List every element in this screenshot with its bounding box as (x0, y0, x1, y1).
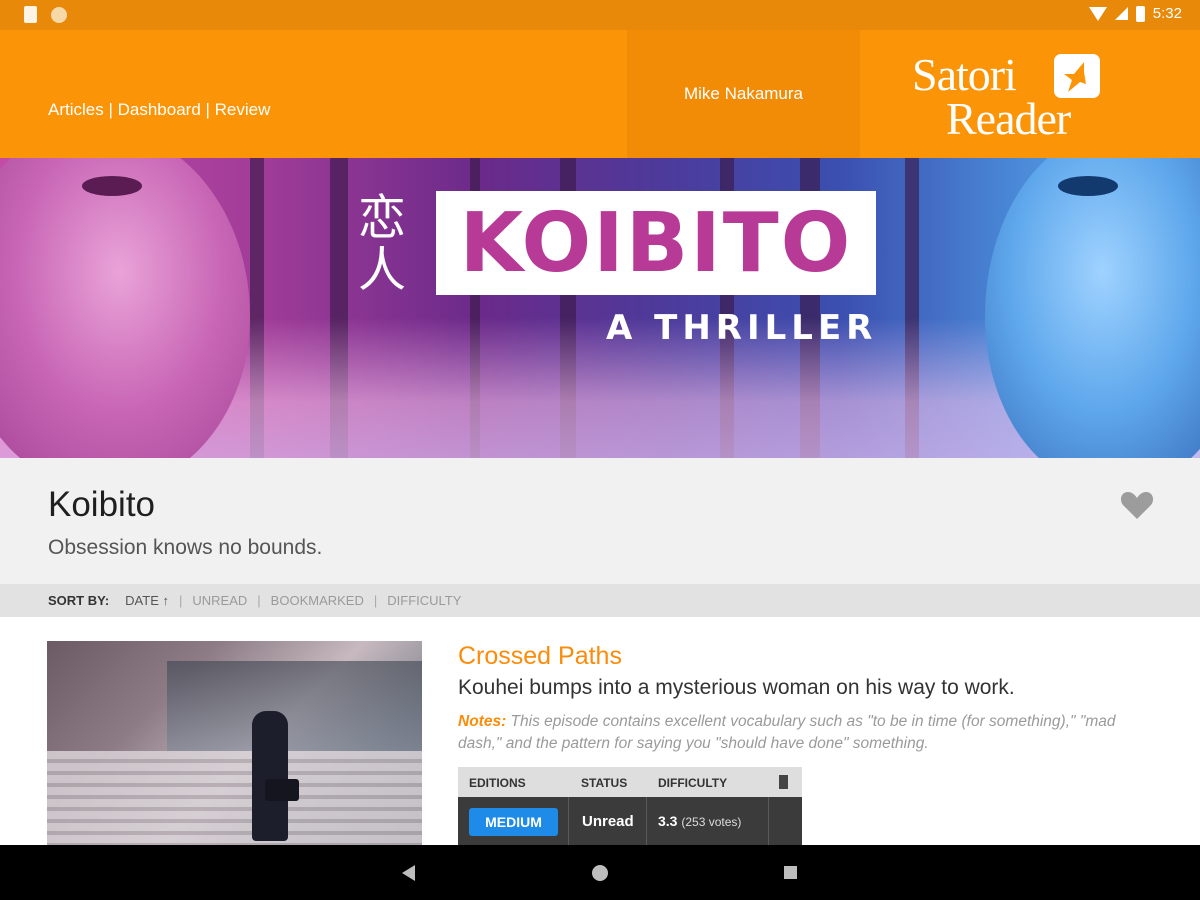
sort-separator: | (373, 593, 378, 608)
notification-dot-icon (51, 6, 67, 23)
series-banner: 恋人 KOIBITO A THRILLER (0, 158, 1200, 458)
favorite-heart-icon[interactable] (1120, 490, 1154, 520)
edition-medium-button[interactable]: MEDIUM (469, 808, 558, 836)
notes-label: Notes: (458, 713, 507, 730)
status-bar-right: 5:32 (1088, 5, 1182, 22)
banner-face-right (985, 158, 1200, 458)
sort-separator: | (257, 593, 261, 608)
episode-status: Unread (582, 813, 634, 830)
user-menu-button[interactable]: Mike Nakamura (627, 30, 860, 158)
banner-title: KOIBITO (459, 195, 853, 291)
sort-option-difficulty[interactable]: DIFFICULTY (387, 593, 461, 608)
difficulty-votes: (253 votes) (681, 815, 742, 829)
wifi-icon (1088, 6, 1107, 21)
home-icon[interactable] (592, 865, 608, 881)
header-difficulty: DIFFICULTY (658, 776, 728, 790)
header-editions: EDITIONS (469, 776, 526, 790)
nav-review-link[interactable]: Review (215, 100, 271, 119)
main-nav: Articles | Dashboard | Review (48, 100, 270, 120)
thumbnail-briefcase (265, 779, 299, 801)
editions-table-header: EDITIONS STATUS DIFFICULTY (458, 767, 802, 797)
status-bar-left (24, 6, 67, 23)
sort-option-unread[interactable]: UNREAD (192, 593, 247, 608)
episode-thumbnail[interactable] (47, 641, 422, 845)
banner-subtitle: A THRILLER (606, 308, 878, 348)
series-tagline: Obsession knows no bounds. (48, 536, 323, 559)
bookmark-icon (779, 775, 788, 793)
battery-icon (1135, 5, 1145, 22)
thumbnail-building (167, 661, 422, 751)
banner-eye-right (1058, 176, 1118, 196)
episode-title-link[interactable]: Crossed Paths (458, 642, 622, 671)
sort-bar: SORT BY: DATE ↑ | UNREAD | BOOKMARKED | … (0, 584, 1200, 617)
banner-face-left (0, 158, 250, 458)
back-icon[interactable] (402, 865, 415, 881)
cell-divider (568, 797, 569, 845)
banner-kanji: 恋人 (357, 190, 406, 298)
header-status: STATUS (581, 776, 628, 790)
nav-articles-link[interactable]: Articles (48, 100, 104, 119)
cell-divider (646, 797, 647, 845)
satori-reader-logo[interactable]: Satori Reader (912, 48, 1162, 148)
cell-divider (768, 797, 769, 845)
logo-line-2: Reader (946, 93, 1071, 144)
editions-table: EDITIONS STATUS DIFFICULTY MEDIUM Unread… (458, 767, 802, 845)
nav-dashboard-link[interactable]: Dashboard (118, 100, 201, 119)
nav-separator: | (200, 100, 215, 119)
banner-eye-left (82, 176, 142, 196)
sort-option-date[interactable]: DATE ↑ (125, 593, 169, 608)
difficulty-value: 3.3 (658, 813, 678, 829)
episode-notes: Notes: This episode contains excellent v… (458, 711, 1163, 755)
episode-difficulty: 3.3 (253 votes) (658, 813, 741, 829)
notes-text: This episode contains excellent vocabula… (458, 713, 1116, 752)
series-info: Koibito Obsession knows no bounds. (0, 458, 1200, 584)
nav-separator: | (103, 100, 118, 119)
editions-table-row: MEDIUM Unread 3.3 (253 votes) (458, 797, 802, 845)
cell-signal-icon (1114, 7, 1128, 20)
sort-label: SORT BY: (48, 593, 110, 608)
notification-file-icon (24, 6, 37, 23)
app-header: Articles | Dashboard | Review Mike Nakam… (0, 30, 1200, 158)
sort-option-bookmarked[interactable]: BOOKMARKED (271, 593, 364, 608)
sort-separator: | (178, 593, 183, 608)
series-title: Koibito (48, 485, 156, 524)
status-bar: 5:32 (0, 0, 1200, 30)
recent-apps-icon[interactable] (784, 866, 797, 879)
thumbnail-stairs (47, 751, 422, 845)
status-time: 5:32 (1152, 5, 1182, 22)
thumbnail-person (252, 711, 288, 841)
episode-subtitle: Kouhei bumps into a mysterious woman on … (458, 676, 1015, 699)
banner-title-box: KOIBITO (436, 191, 876, 295)
system-nav-bar (0, 845, 1200, 900)
user-name: Mike Nakamura (683, 84, 804, 103)
